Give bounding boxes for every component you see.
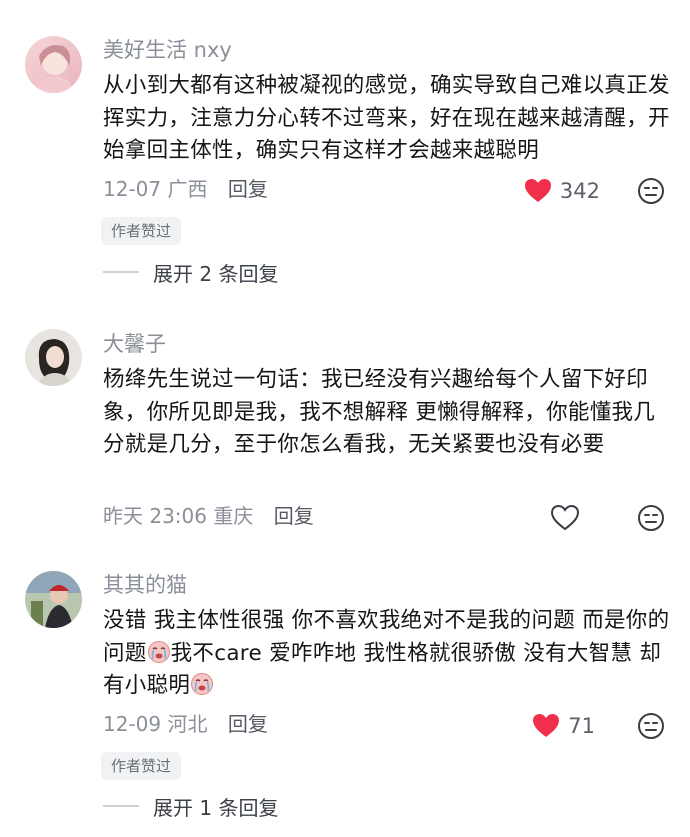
avatar[interactable] (25, 571, 82, 628)
expand-replies-label: 展开 2 条回复 (153, 261, 279, 286)
reply-button[interactable]: 回复 (274, 504, 314, 528)
like-button[interactable]: 342 (524, 176, 600, 206)
divider-line (103, 271, 139, 273)
comment-location: 广西 (167, 177, 208, 201)
reply-button[interactable]: 回复 (228, 177, 268, 201)
dislike-face-icon[interactable] (637, 712, 665, 740)
comment-location: 河北 (167, 712, 208, 736)
like-count: 342 (559, 179, 600, 203)
comment-meta: 昨天 23:06 重庆 回复 (103, 502, 314, 530)
comment-text: 没错 我主体性很强 你不喜欢我绝对不是我的问题 而是你的问题 我不care 爱咋咋… (103, 605, 673, 703)
author-liked-badge: 作者赞过 (101, 752, 182, 780)
like-button[interactable] (551, 503, 579, 533)
username[interactable]: 大馨子 (103, 330, 166, 358)
dislike-face-icon[interactable] (637, 504, 665, 532)
avatar-image (25, 329, 82, 386)
comment-date: 12-07 (103, 177, 162, 201)
expand-replies-button[interactable]: 展开 2 条回复 (103, 257, 278, 287)
comment-date: 12-09 (103, 712, 162, 736)
comment-meta: 12-09 河北 回复 (103, 710, 268, 738)
avatar-image (25, 36, 82, 93)
comment-text: 从小到大都有这种被凝视的感觉，确实导致自己难以真正发挥实力，注意力分心转不过弯来… (103, 73, 670, 163)
comment-meta: 12-07 广西 回复 (103, 175, 268, 203)
comment-text: 杨绛先生说过一句话：我已经没有兴趣给每个人留下好印象，你所见即是我，我不想解释 … (103, 367, 656, 457)
comment-text-part2: 我不care 爱咋咋地 我性格就很骄傲 没有大智慧 却有小聪明 (103, 640, 662, 699)
dislike-face-icon[interactable] (637, 177, 665, 205)
avatar[interactable] (25, 329, 82, 386)
username[interactable]: 美好生活 nxy (103, 36, 232, 64)
reply-button[interactable]: 回复 (228, 712, 268, 736)
avatar-image (25, 571, 82, 628)
expand-replies-button[interactable]: 展开 1 条回复 (103, 791, 278, 821)
username[interactable]: 其其的猫 (103, 571, 187, 599)
crying-emoji-icon (191, 673, 214, 695)
like-button[interactable]: 71 (532, 711, 595, 741)
author-liked-badge: 作者赞过 (101, 217, 182, 245)
comment-location: 重庆 (213, 504, 254, 528)
heart-outline-icon (551, 505, 579, 531)
crying-emoji-icon (147, 640, 170, 663)
heart-icon (533, 714, 560, 737)
comment-date: 昨天 23:06 (103, 504, 207, 528)
expand-replies-label: 展开 1 条回复 (153, 795, 279, 820)
divider-line (103, 805, 139, 807)
like-count: 71 (568, 714, 595, 738)
avatar[interactable] (25, 36, 82, 93)
heart-icon (524, 179, 551, 202)
